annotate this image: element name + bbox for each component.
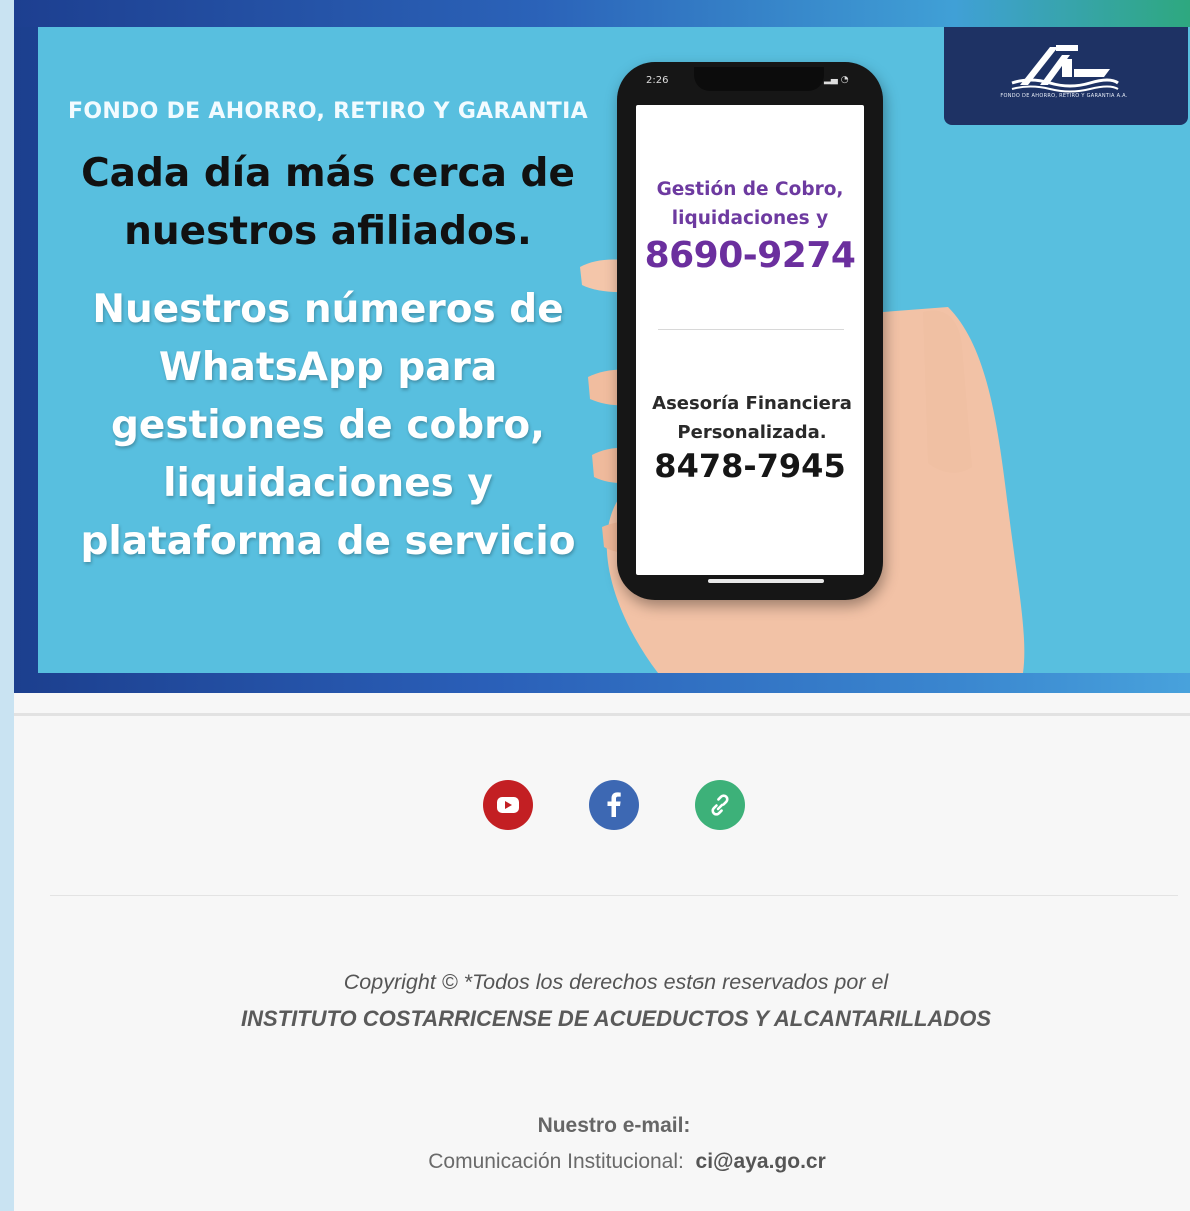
phone-notch	[694, 67, 824, 91]
facebook-icon	[607, 792, 621, 817]
youtube-icon	[497, 797, 519, 813]
fund-name: FONDO DE AHORRO, RETIRO Y GARANTIA	[68, 99, 588, 124]
email-line: Comunicación Institucional: ci@aya.go.cr	[14, 1150, 1190, 1174]
collection-label: Gestión de Cobro, liquidaciones y	[656, 179, 844, 229]
youtube-button[interactable]	[483, 780, 533, 830]
screen-divider	[658, 329, 844, 330]
link-icon	[711, 794, 729, 816]
footer-divider	[50, 895, 1178, 896]
email-address-link[interactable]: ci@aya.go.cr	[696, 1150, 826, 1173]
advisory-whatsapp-number: 8478-7945	[654, 447, 846, 485]
promo-banner: FONDO DE AHORRO, RETIRO Y GARANTIA Cada …	[14, 0, 1190, 693]
footer-top-divider	[14, 713, 1190, 716]
email-label: Comunicación Institucional:	[428, 1150, 684, 1173]
link-button[interactable]	[695, 780, 745, 830]
phone-status-time: 2:26	[646, 75, 669, 86]
advisory-label: Asesoría Financiera Personalizada.	[652, 393, 852, 443]
phone-home-bar	[708, 579, 824, 583]
logo-caption: FONDO DE AHORRO, RETIRO Y GARANTIA A.A.	[1000, 93, 1128, 99]
banner-subtext: Nuestros números de WhatsApp para gestio…	[80, 287, 576, 564]
banner-content: FONDO DE AHORRO, RETIRO Y GARANTIA Cada …	[38, 27, 1190, 673]
facebook-button[interactable]	[589, 780, 639, 830]
institution-name: INSTITUTO COSTARRICENSE DE ACUEDUCTOS Y …	[240, 1006, 992, 1031]
signal-icon: ▂▄ ◔	[824, 75, 849, 85]
copyright-text: Copyright © *Todos los derechos estϭn re…	[343, 970, 889, 994]
email-title: Nuestro e-mail:	[537, 1114, 691, 1137]
fund-logo-icon	[1011, 45, 1119, 93]
fund-logo: FONDO DE AHORRO, RETIRO Y GARANTIA A.A.	[944, 27, 1188, 125]
collection-whatsapp-number: 8690-9274	[644, 235, 856, 276]
banner-top-stripe	[14, 0, 1190, 27]
banner-headline: Cada día más cerca de nuestros afiliados…	[81, 151, 575, 254]
email-page: FONDO DE AHORRO, RETIRO Y GARANTIA Cada …	[14, 0, 1190, 1211]
